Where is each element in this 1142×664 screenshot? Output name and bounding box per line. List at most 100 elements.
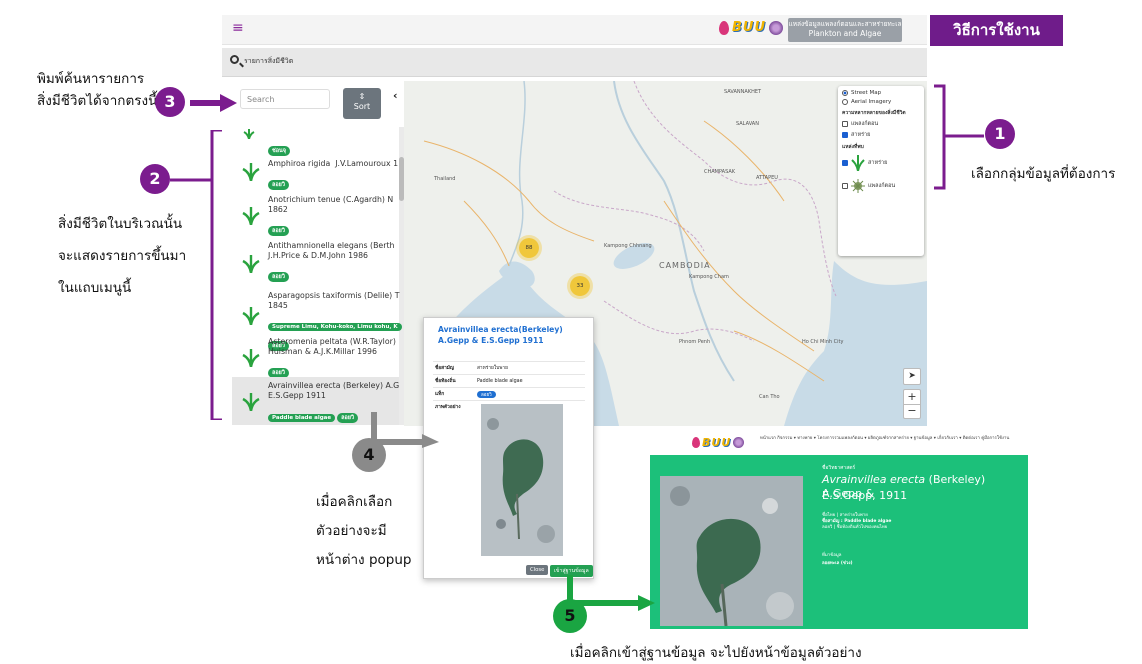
map-label: Kampong Chhnang <box>604 243 652 249</box>
annotation-text-5: เมื่อคลิกเข้าสู่ฐานข้อมูล จะไปยังหน้าข้อ… <box>570 645 862 661</box>
detail-found-label: ที่มาข้อมูล <box>822 553 842 558</box>
list-item-tags: ลอยวิ <box>268 359 291 378</box>
site-logo[interactable]: BUU <box>719 20 784 35</box>
search-icon <box>230 55 239 64</box>
list-item-tags: Paddle blade algae ลอยวิ <box>268 404 360 423</box>
logo-drop-icon <box>719 20 729 35</box>
source-option-plankton[interactable]: แพลงก์ตอน <box>842 179 920 193</box>
species-detail-page: BUU หน้าแรก กิจกรรม ▾ ทางพาย ▾ โครงการรว… <box>650 431 1028 629</box>
list-item-tags: ช่อนจุ <box>268 137 292 156</box>
table-row: ชื่อสามัญ สาหร่ายใบพาย <box>433 361 585 375</box>
group-option-plankton[interactable]: แพลงก์ตอน <box>842 120 920 128</box>
species-name: Antithamnionella elegans (Berth J.H.Pric… <box>268 241 395 260</box>
species-name: Amphiroa rigida J.V.Lamouroux 1 <box>268 159 399 168</box>
table-row: ชื่อท้องถิ่น Paddle blade algae <box>433 374 585 388</box>
base-layer-street[interactable]: Street Map <box>842 90 920 96</box>
algae-icon <box>242 393 260 412</box>
info-line: ลอยวิ | ชื่อท้องถิ่นทั่วไปของคนไทย <box>822 525 888 530</box>
tag: Supreme Limu, Kohu-koko, Limu kohu, K <box>268 323 402 331</box>
popup-title[interactable]: Avrainvillea erecta(Berkeley) A.Gepp & E… <box>438 324 588 346</box>
species-name: Anotrichium tenue (C.Agardh) N 1862 <box>268 195 394 214</box>
map-layer-control: Street Map Aerial Imagery ความหลากหลายขอ… <box>838 86 924 256</box>
list-item-tags: ลอยวิ <box>268 217 291 236</box>
species-name: Asteromenia peltata (W.R.Taylor) Huisman… <box>268 337 396 356</box>
logo-text: BUU <box>732 20 767 35</box>
annotation-line: หน้าต่าง popup <box>316 552 412 568</box>
radio-icon[interactable] <box>842 99 848 105</box>
algae-icon <box>242 163 260 182</box>
list-item-tags: ลอยวิ <box>268 171 291 190</box>
specimen-photo-large <box>660 476 803 626</box>
app-topbar: ≡ BUU แหล่งข้อมูลแพลงก์ตอนและสาหร่ายทะเล… <box>222 15 927 45</box>
species-list: ช่อนจุ Amphiroa rigida J.V.Lamouroux 1 ล… <box>232 127 404 425</box>
species-name: Asparagopsis taxiformis (Delile) T 1845 <box>268 291 400 310</box>
list-item[interactable]: ช่อนจุ <box>232 127 399 156</box>
row-value: สาหร่ายใบพาย <box>475 361 585 375</box>
group-option-algae[interactable]: สาหร่าย <box>842 131 920 139</box>
annotation-line: สิ่งมีชีวิตในบริเวณนั้น <box>58 216 183 232</box>
map-cluster-marker[interactable]: 33 <box>570 276 590 296</box>
map-label: Can Tho <box>759 394 780 400</box>
option-label: แพลงก์ตอน <box>868 183 896 189</box>
row-key: ชื่อท้องถิ่น <box>433 374 475 388</box>
hamburger-menu-icon[interactable]: ≡ <box>232 20 244 36</box>
detail-nav: BUU หน้าแรก กิจกรรม ▾ ทางพาย ▾ โครงการรว… <box>650 431 1028 455</box>
tag: ลอยวิ <box>337 413 359 423</box>
list-item[interactable]: Antithamnionella elegans (Berth J.H.Pric… <box>232 241 399 289</box>
algae-icon <box>851 155 865 171</box>
algae-icon <box>242 307 260 326</box>
checkbox-icon[interactable] <box>842 132 848 138</box>
checkbox-icon[interactable] <box>842 121 848 127</box>
tag: ลอยวิ <box>268 180 289 190</box>
specimen-photo <box>481 404 563 556</box>
annotation-text-1: เลือกกลุ่มข้อมูลที่ต้องการ <box>971 166 1116 182</box>
annotation-arrow-3 <box>190 94 237 112</box>
algae-icon <box>242 255 260 274</box>
zoom-out-button[interactable]: − <box>904 405 920 419</box>
list-item[interactable]: Amphiroa rigida J.V.Lamouroux 1 ลอยวิ <box>232 155 399 193</box>
algae-icon <box>242 129 256 140</box>
search-input[interactable]: Search <box>240 89 330 109</box>
detail-nav-menu[interactable]: หน้าแรก กิจกรรม ▾ ทางพาย ▾ โครงการรวมแพล… <box>760 435 1015 443</box>
zoom-control: + − <box>903 389 921 419</box>
organism-list-bar[interactable]: รายการสิ่งมีชีวิต <box>222 48 927 77</box>
map-label: Thailand <box>434 176 456 182</box>
annotation-line: ในแถบเมนูนี้ <box>58 280 132 296</box>
collapse-sidebar-chevron-icon[interactable]: ‹ <box>393 89 398 102</box>
base-layer-aerial[interactable]: Aerial Imagery <box>842 99 920 105</box>
annotation-line: พิมพ์ค้นหารายการ <box>37 71 145 87</box>
map-label: Ho Chi Minh City <box>802 339 844 345</box>
close-button[interactable]: Close <box>526 565 549 575</box>
annotation-text-2: สิ่งมีชีวิตในบริเวณนั้น จะแสดงรายการขึ้น… <box>58 208 186 304</box>
map-cluster-marker[interactable]: 88 <box>519 238 539 258</box>
map-label: CHAMPASAK <box>704 169 736 175</box>
site-logo[interactable]: BUU <box>692 436 745 449</box>
detail-found-value: ลอยทะเล (ช่วง) <box>822 561 853 566</box>
source-option-algae[interactable]: สาหร่าย <box>842 155 920 171</box>
list-item[interactable]: Anotrichium tenue (C.Agardh) N 1862 ลอยว… <box>232 195 399 239</box>
checkbox-icon[interactable] <box>842 160 848 166</box>
sort-label: Sort <box>353 102 371 111</box>
detail-category: ชื่อวิทยาศาสตร์ <box>822 465 856 471</box>
database-button[interactable]: แหล่งข้อมูลแพลงก์ตอนและสาหร่ายทะเล Plank… <box>788 18 902 42</box>
checkbox-icon[interactable] <box>842 183 848 189</box>
radio-icon[interactable] <box>842 90 848 96</box>
list-item[interactable]: Asteromenia peltata (W.R.Taylor) Huisman… <box>232 335 399 379</box>
zoom-in-button[interactable]: + <box>904 390 920 405</box>
detail-info: ชื่อไทย | สาหร่ายใบพาย ชื่อสามัญ : Paddl… <box>822 513 891 531</box>
annotation-line: ตัวอย่างจะมี <box>316 523 387 539</box>
option-label: สาหร่าย <box>851 132 871 138</box>
step-badge-5: 5 <box>553 599 587 633</box>
tag: Paddle blade algae <box>268 414 336 422</box>
step-badge-1: 1 <box>985 119 1015 149</box>
locate-arrow-icon[interactable]: ➤ <box>903 368 921 385</box>
row-key: แท็ก <box>433 387 475 401</box>
tag: ลอยวิ <box>268 272 289 282</box>
species-name: Avrainvillea erecta (Berkeley) A.G E.S.G… <box>268 381 400 400</box>
annotation-line: สิ่งมีชีวิตได้จากตรงนี้ <box>37 93 158 109</box>
sort-icon: ⇕ <box>358 92 366 101</box>
step-badge-2: 2 <box>140 164 170 194</box>
map-label: SAVANNAKHET <box>724 89 762 95</box>
sort-button[interactable]: ⇕ Sort <box>343 88 381 119</box>
database-button-line2: Plankton and Algae <box>808 29 882 38</box>
